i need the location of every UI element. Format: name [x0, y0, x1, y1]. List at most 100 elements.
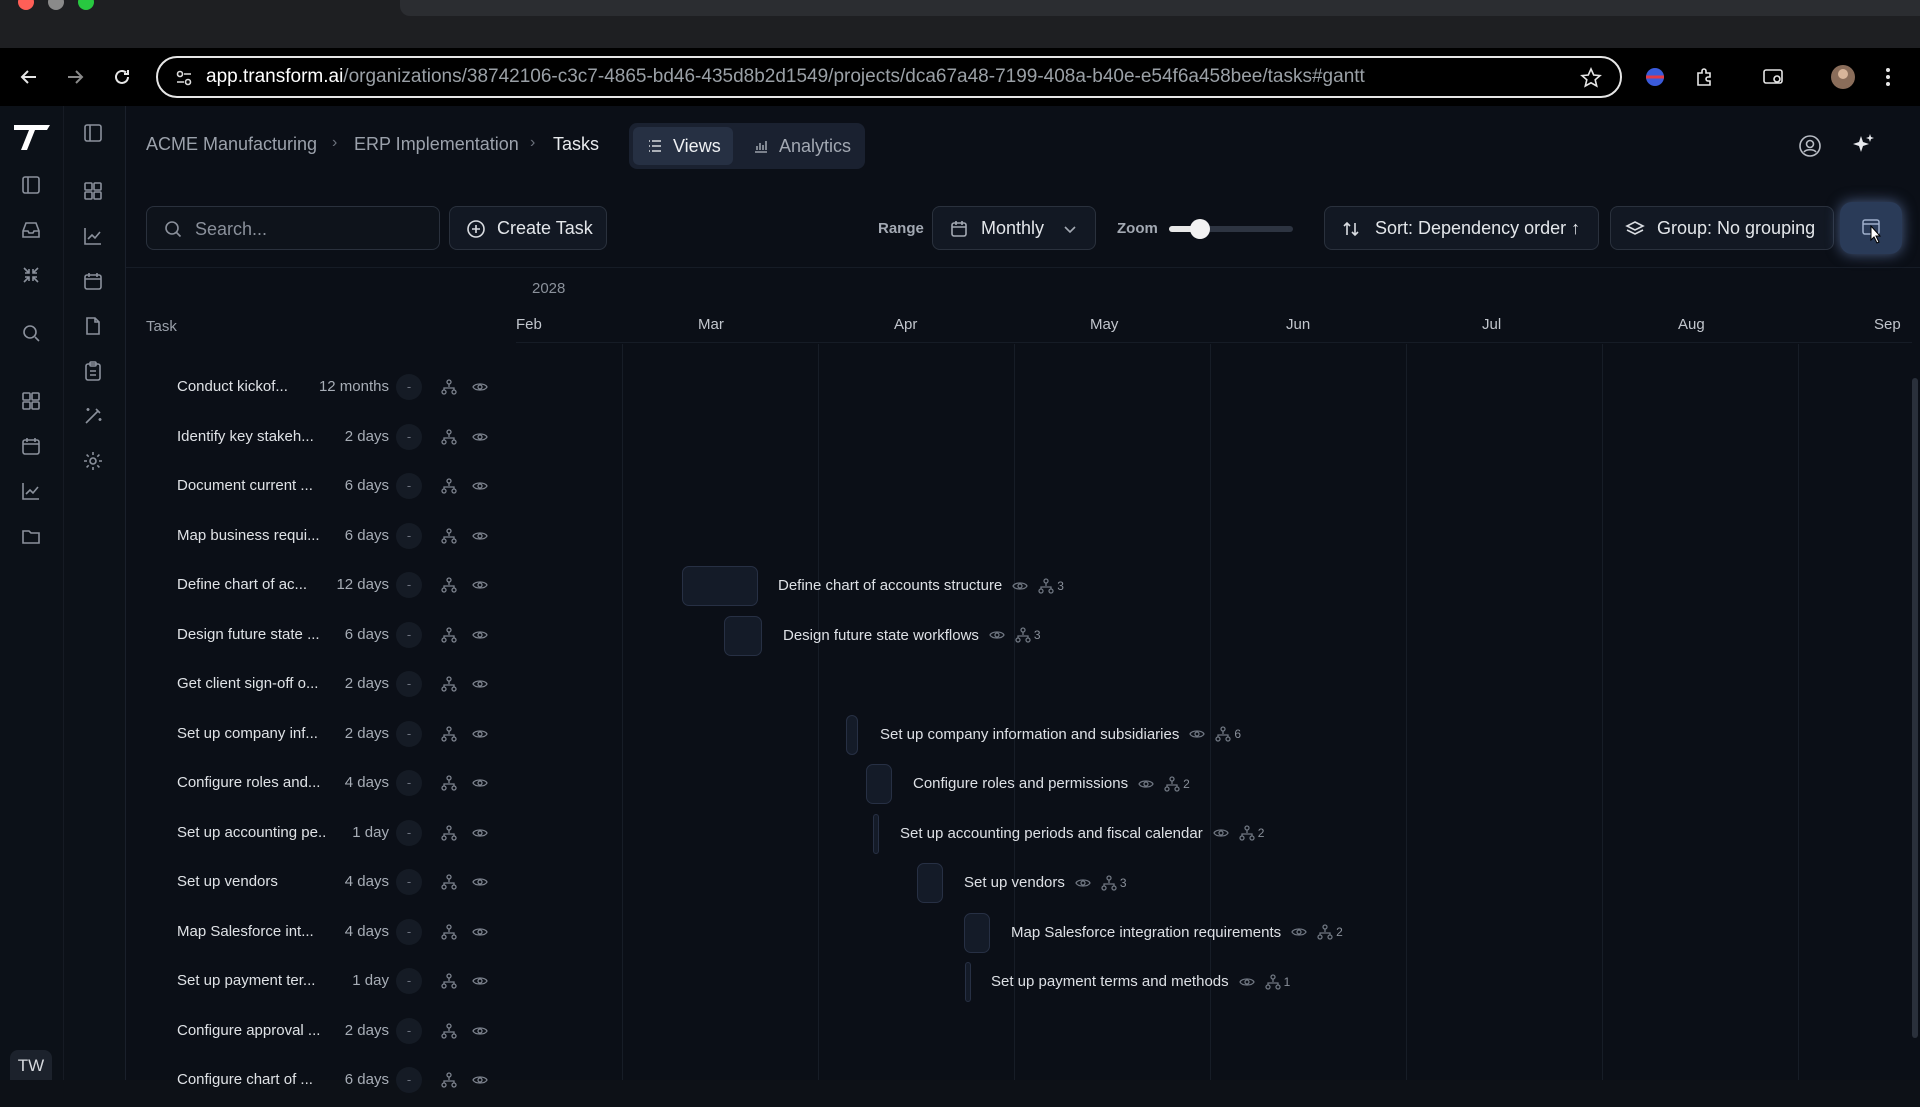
task-dependency-badge[interactable]: - — [396, 770, 422, 796]
gantt-bar-dependencies[interactable]: 3 — [1101, 874, 1127, 891]
grid-view-icon[interactable] — [82, 180, 106, 204]
task-row[interactable]: Set up payment ter... 1 day - — [126, 958, 516, 1008]
gantt-bar-label[interactable]: Design future state workflows 3 — [783, 627, 1041, 644]
eye-icon[interactable] — [472, 676, 488, 692]
task-name[interactable]: Design future state ... — [177, 626, 327, 643]
dependencies-icon[interactable] — [441, 478, 457, 494]
gantt-bar-label[interactable]: Set up vendors 3 — [964, 874, 1127, 891]
dependencies-icon[interactable] — [441, 923, 457, 940]
task-name[interactable]: Document current ... — [177, 477, 327, 494]
calendar-nav-icon[interactable] — [20, 435, 44, 459]
group-button[interactable]: Group: No grouping — [1610, 206, 1834, 250]
vertical-scrollbar[interactable] — [1912, 378, 1918, 1038]
eye-icon[interactable] — [989, 627, 1005, 643]
task-name[interactable]: Set up vendors — [177, 873, 327, 890]
task-row[interactable]: Get client sign-off o... 2 days - — [126, 661, 516, 711]
task-name[interactable]: Identify key stakeh... — [177, 428, 327, 445]
user-settings-icon[interactable] — [1798, 134, 1822, 158]
extensions-puzzle-icon[interactable] — [1694, 66, 1716, 88]
eye-icon[interactable] — [1138, 776, 1154, 792]
gantt-bar-label[interactable]: Set up accounting periods and fiscal cal… — [900, 825, 1264, 842]
ai-sparkle-icon[interactable] — [1850, 132, 1876, 158]
task-name[interactable]: Set up accounting pe... — [177, 824, 327, 841]
gantt-bar-dependencies[interactable]: 3 — [1015, 627, 1041, 643]
user-avatar[interactable]: TW — [10, 1050, 52, 1080]
browser-tab[interactable] — [400, 0, 1920, 16]
breadcrumb-organization[interactable]: ACME Manufacturing — [146, 134, 317, 155]
eye-icon[interactable] — [472, 973, 488, 989]
eye-icon[interactable] — [1212, 825, 1229, 841]
eye-icon[interactable] — [1012, 578, 1029, 594]
schedule-icon[interactable] — [82, 270, 106, 294]
eye-icon[interactable] — [472, 775, 488, 791]
gantt-bar[interactable] — [846, 714, 858, 755]
eye-icon[interactable] — [472, 577, 488, 593]
analytics-nav-icon[interactable] — [82, 225, 106, 249]
gantt-bar[interactable] — [965, 962, 971, 1002]
transform-logo[interactable] — [12, 122, 52, 152]
clipboard-icon[interactable] — [82, 360, 106, 384]
task-dependency-badge[interactable]: - — [396, 572, 422, 598]
profile-avatar[interactable] — [1830, 64, 1856, 90]
eye-icon[interactable] — [1238, 974, 1255, 990]
task-dependency-badge[interactable]: - — [396, 473, 422, 499]
task-name[interactable]: Set up payment ter... — [177, 972, 327, 989]
gantt-bar[interactable] — [873, 813, 879, 854]
eye-icon[interactable] — [472, 627, 488, 643]
task-dependency-badge[interactable]: - — [396, 621, 422, 648]
gantt-settings-button[interactable] — [1840, 202, 1902, 254]
eye-icon[interactable] — [472, 429, 488, 445]
task-name[interactable]: Configure roles and... — [177, 774, 327, 791]
gantt-bar-dependencies[interactable]: 6 — [1215, 726, 1241, 742]
eye-icon[interactable] — [472, 528, 488, 544]
task-row[interactable]: Set up accounting pe... 1 day - — [126, 810, 516, 860]
task-row[interactable]: Configure roles and... 4 days - — [126, 760, 516, 810]
gantt-bar-label[interactable]: Set up company information and subsidiar… — [880, 726, 1241, 743]
dependencies-icon[interactable] — [441, 973, 457, 989]
tab-analytics[interactable]: Analytics — [739, 127, 859, 165]
gantt-bar-dependencies[interactable]: 2 — [1239, 825, 1264, 841]
dependencies-icon[interactable] — [441, 676, 457, 692]
dependencies-icon[interactable] — [441, 824, 457, 841]
gantt-bar-label[interactable]: Map Salesforce integration requirements 2 — [1011, 924, 1343, 941]
eye-icon[interactable] — [1189, 726, 1206, 742]
task-dependency-badge[interactable]: - — [396, 423, 422, 450]
browser-menu-icon[interactable] — [1884, 66, 1892, 88]
eye-icon[interactable] — [472, 924, 488, 940]
dependencies-icon[interactable] — [441, 1072, 457, 1088]
gantt-bar-dependencies[interactable]: 1 — [1264, 973, 1290, 990]
task-row[interactable]: Set up vendors 4 days - — [126, 859, 516, 909]
folder-icon[interactable] — [20, 525, 44, 549]
trend-chart-icon[interactable] — [20, 480, 44, 504]
gantt-bar[interactable] — [682, 566, 758, 606]
task-name[interactable]: Map business requi... — [177, 527, 327, 544]
dependencies-icon[interactable] — [441, 428, 457, 445]
task-dependency-badge[interactable]: - — [396, 1067, 422, 1093]
gantt-bar-label[interactable]: Define chart of accounts structure 3 — [778, 577, 1064, 594]
magic-wand-icon[interactable] — [82, 405, 106, 429]
task-row[interactable]: Configure approval ... 2 days - — [126, 1008, 516, 1058]
close-window-icon[interactable] — [18, 0, 34, 10]
gantt-bar-dependencies[interactable]: 3 — [1038, 577, 1064, 594]
task-dependency-badge[interactable]: - — [396, 968, 422, 994]
task-dependency-badge[interactable]: - — [396, 819, 422, 846]
dependencies-icon[interactable] — [441, 626, 457, 643]
gantt-bar[interactable] — [964, 912, 990, 953]
task-row[interactable]: Document current ... 6 days - — [126, 463, 516, 513]
eye-icon[interactable] — [1075, 875, 1091, 891]
gantt-bar-label[interactable]: Set up payment terms and methods 1 — [991, 973, 1290, 990]
tab-search-icon[interactable] — [1762, 66, 1786, 88]
gantt-bar-dependencies[interactable]: 2 — [1164, 775, 1190, 792]
eye-icon[interactable] — [472, 825, 488, 841]
task-name[interactable]: Define chart of ac... — [177, 576, 327, 593]
eye-icon[interactable] — [472, 1072, 488, 1088]
dashboard-icon[interactable] — [20, 390, 44, 414]
eye-icon[interactable] — [1291, 924, 1307, 940]
site-info-icon[interactable] — [174, 68, 194, 88]
extension-globe-icon[interactable] — [1644, 66, 1666, 88]
eye-icon[interactable] — [472, 874, 488, 890]
gantt-bar[interactable] — [917, 863, 943, 903]
task-name[interactable]: Conduct kickof... — [177, 378, 327, 395]
gantt-bar[interactable] — [724, 615, 762, 656]
back-icon[interactable] — [18, 66, 40, 88]
